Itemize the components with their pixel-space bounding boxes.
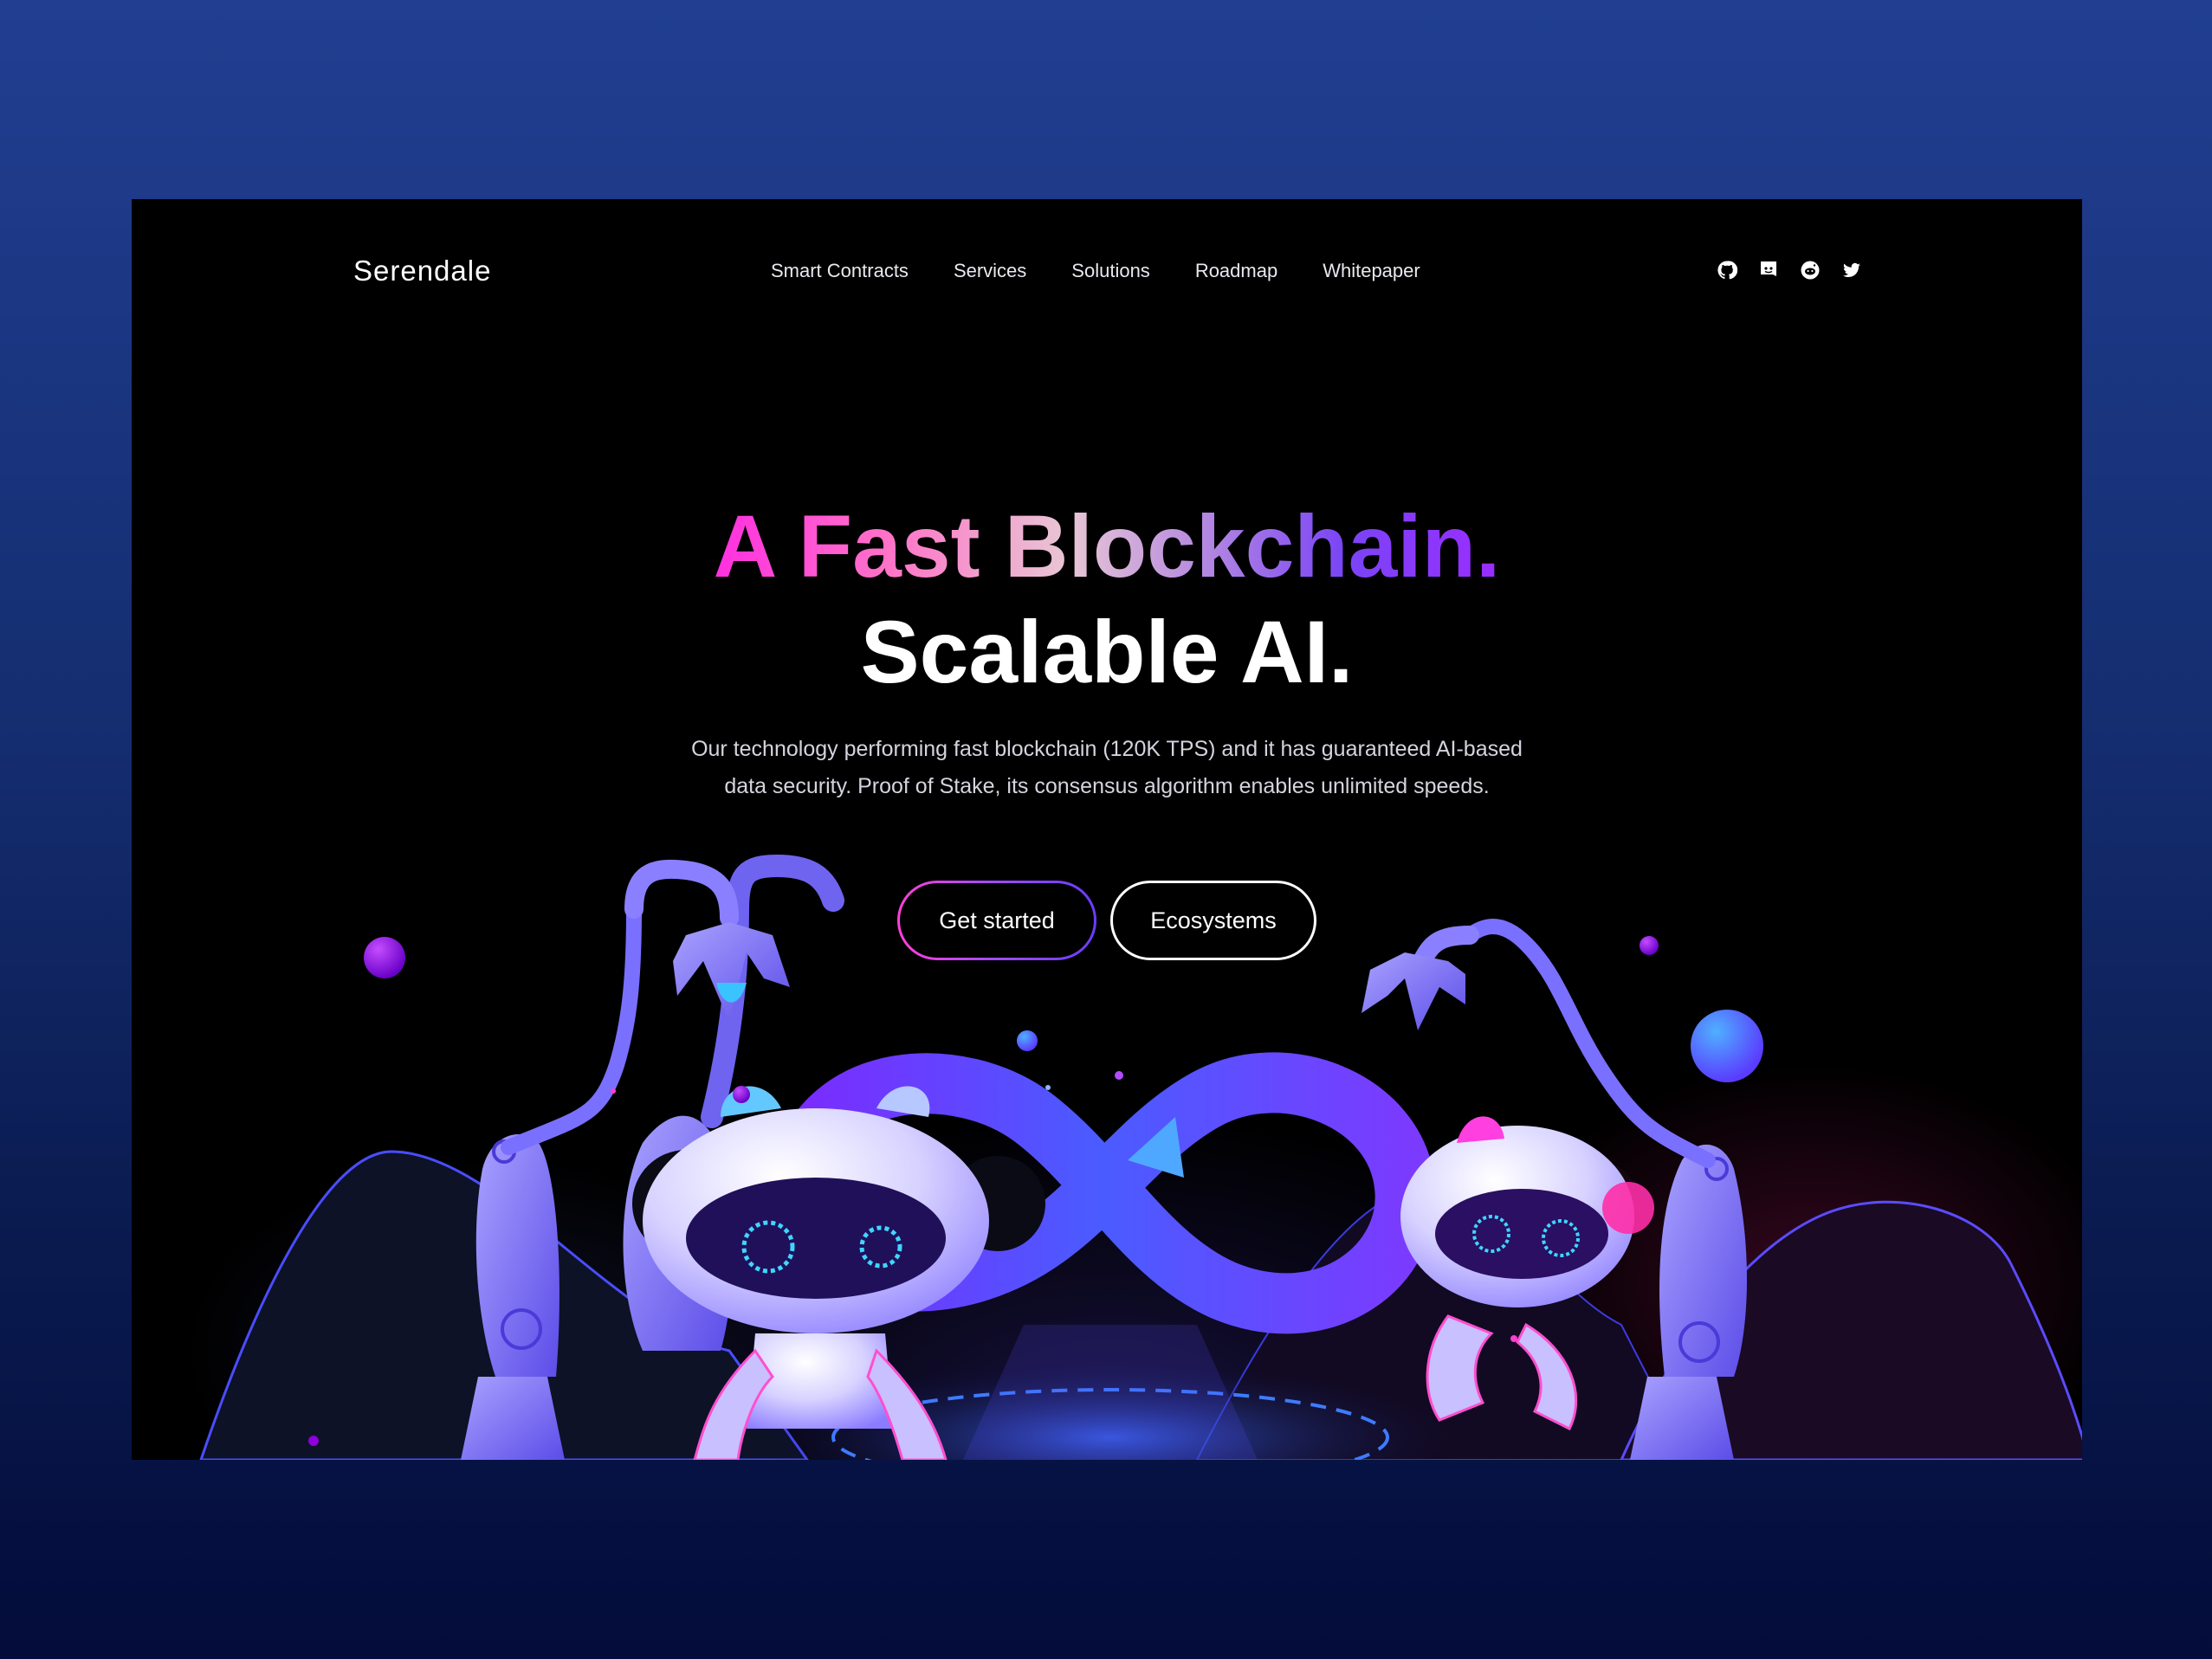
social-links (1717, 260, 1862, 281)
nav-link-services[interactable]: Services (954, 260, 1026, 282)
nav-link-whitepaper[interactable]: Whitepaper (1323, 260, 1420, 282)
hero-title-plain: Scalable AI. (860, 603, 1354, 701)
get-started-button[interactable]: Get started (897, 881, 1096, 960)
orb-blue-right (1691, 1010, 1763, 1082)
portal-beam (963, 1325, 1258, 1460)
discord-icon[interactable] (1758, 260, 1779, 281)
nav-link-roadmap[interactable]: Roadmap (1195, 260, 1277, 282)
github-icon[interactable] (1717, 260, 1737, 281)
nav-link-smart-contracts[interactable]: Smart Contracts (771, 260, 909, 282)
orb-purple-left (364, 937, 405, 978)
orb-small-right (1640, 936, 1659, 955)
brand-logo[interactable]: Serendale (353, 255, 491, 287)
orb-small-left (733, 1086, 750, 1103)
hero-description: Our technology performing fast blockchai… (691, 737, 1523, 798)
nav-link-solutions[interactable]: Solutions (1071, 260, 1150, 282)
reddit-icon[interactable] (1800, 260, 1821, 281)
hero-title-gradient-text: A Fast Blockchain. (713, 497, 1501, 596)
ecosystems-button[interactable]: Ecosystems (1110, 881, 1316, 960)
top-navbar: Serendale Smart Contracts Services Solut… (132, 199, 2082, 338)
landing-page: Serendale Smart Contracts Services Solut… (132, 199, 2082, 1460)
hero-title-gradient: A Fast Blockchain. (132, 502, 2082, 591)
twitter-icon[interactable] (1841, 260, 1862, 281)
main-menu: Smart Contracts Services Solutions Roadm… (771, 260, 1420, 282)
robots-infinity-illustration (199, 854, 2082, 1460)
orb-small-mid (1017, 1030, 1038, 1051)
